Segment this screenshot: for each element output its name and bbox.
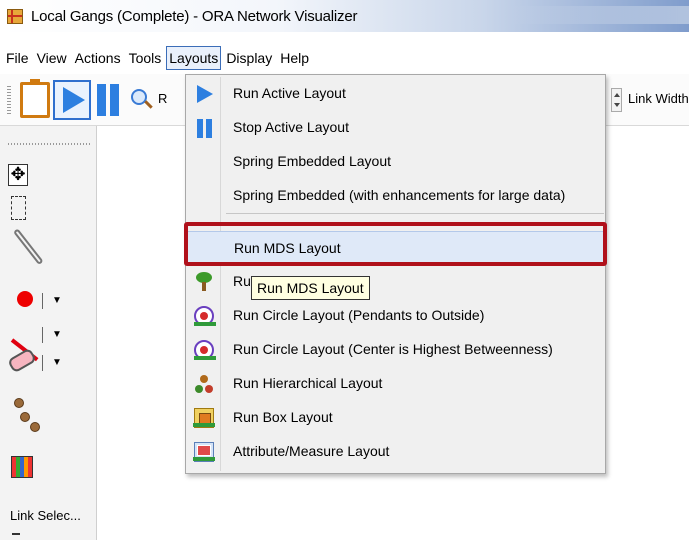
app-icon <box>7 9 23 24</box>
menu-help[interactable]: Help <box>277 46 312 70</box>
menu-item-circle-pendants[interactable]: Run Circle Layout (Pendants to Outside) <box>186 299 605 332</box>
tooltip: Run MDS Layout <box>251 276 370 300</box>
pause-icon <box>194 118 214 138</box>
hierarchical-layout-icon <box>194 374 214 394</box>
menu-item-label: Attribute/Measure Layout <box>233 443 390 459</box>
menu-item-spring-embedded-enhanced[interactable]: Spring Embedded (with enhancements for l… <box>186 179 605 212</box>
menu-item-label: Run Circle Layout (Center is Highest Bet… <box>233 341 553 357</box>
marquee-select-icon[interactable] <box>11 196 26 220</box>
menu-item-label: Spring Embedded Layout <box>233 153 391 169</box>
attribute-layout-icon <box>193 442 215 462</box>
menu-item-label: Run Hierarchical Layout <box>233 375 383 391</box>
menu-file[interactable]: File <box>3 46 32 70</box>
eraser-icon[interactable] <box>6 347 38 374</box>
eraser-dropdown-icon[interactable]: ▼ <box>52 357 62 368</box>
menu-item-circle-betweenness[interactable]: Run Circle Layout (Center is Highest Bet… <box>186 333 605 366</box>
menu-item-label: Ru <box>233 273 251 289</box>
node-icon[interactable] <box>17 291 33 307</box>
menu-item-label: Stop Active Layout <box>233 119 349 135</box>
link-width-spinner[interactable] <box>611 88 622 112</box>
play-icon <box>194 84 214 104</box>
menu-tools[interactable]: Tools <box>126 46 165 70</box>
pause-button[interactable] <box>95 84 123 116</box>
window-title: Local Gangs (Complete) - ORA Network Vis… <box>31 8 358 25</box>
menu-item-label: Run Active Layout <box>233 85 346 101</box>
menu-bar: File View Actions Tools Layouts Display … <box>0 44 689 72</box>
menu-separator <box>226 213 604 214</box>
palette-separator <box>42 327 43 343</box>
menu-item-label: Spring Embedded (with enhancements for l… <box>233 187 566 203</box>
circle-center-layout-icon <box>194 340 216 360</box>
menu-item-label: Run Circle Layout (Pendants to Outside) <box>233 307 485 323</box>
title-bar: Local Gangs (Complete) - ORA Network Vis… <box>0 0 689 32</box>
search-handle <box>144 100 153 109</box>
move-icon[interactable]: ✥ <box>8 164 28 186</box>
toolbar-grip[interactable] <box>7 86 11 116</box>
lasso-icon[interactable] <box>13 228 44 266</box>
title-bar-blur <box>509 6 689 24</box>
menu-item-stop-active-layout[interactable]: Stop Active Layout <box>186 111 605 144</box>
menu-layouts[interactable]: Layouts <box>166 46 222 70</box>
clipboard-icon[interactable] <box>20 79 50 118</box>
menu-item-run-tree-layout[interactable]: Ru <box>186 265 605 298</box>
menu-item-run-active-layout[interactable]: Run Active Layout <box>186 77 605 110</box>
menu-item-label: Run Box Layout <box>233 409 333 425</box>
menu-item-hierarchical[interactable]: Run Hierarchical Layout <box>186 367 605 400</box>
palette-separator <box>42 355 43 371</box>
link-nodes-icon[interactable] <box>12 396 42 436</box>
play-button[interactable] <box>53 80 91 120</box>
palette-grip[interactable] <box>8 143 90 145</box>
highlight-annotation <box>184 222 607 266</box>
link-selector-label[interactable]: Link Selec... <box>10 508 81 523</box>
menu-item-attribute-measure[interactable]: Attribute/Measure Layout <box>186 435 605 468</box>
menu-view[interactable]: View <box>34 46 70 70</box>
toolbar-partial-label: R <box>158 91 168 106</box>
link-dropdown-icon[interactable]: ▼ <box>52 329 62 340</box>
layouts-menu: Run Active Layout Stop Active Layout Spr… <box>185 74 606 474</box>
menu-actions[interactable]: Actions <box>72 46 124 70</box>
circle-layout-icon <box>194 306 216 326</box>
tool-palette: ✥ ▼ ▼ ▼ Link Selec... <box>0 126 97 540</box>
node-dropdown-icon[interactable]: ▼ <box>52 295 62 306</box>
menu-display[interactable]: Display <box>223 46 275 70</box>
menu-item-spring-embedded-layout[interactable]: Spring Embedded Layout <box>186 145 605 178</box>
palette-separator <box>42 293 43 309</box>
tree-icon <box>194 272 214 292</box>
menu-item-box-layout[interactable]: Run Box Layout <box>186 401 605 434</box>
search-icon[interactable] <box>131 89 153 111</box>
box-layout-icon <box>193 408 215 428</box>
color-grid-icon[interactable] <box>11 456 33 478</box>
palette-mark <box>12 533 20 535</box>
link-width-label: Link Width <box>628 91 689 106</box>
